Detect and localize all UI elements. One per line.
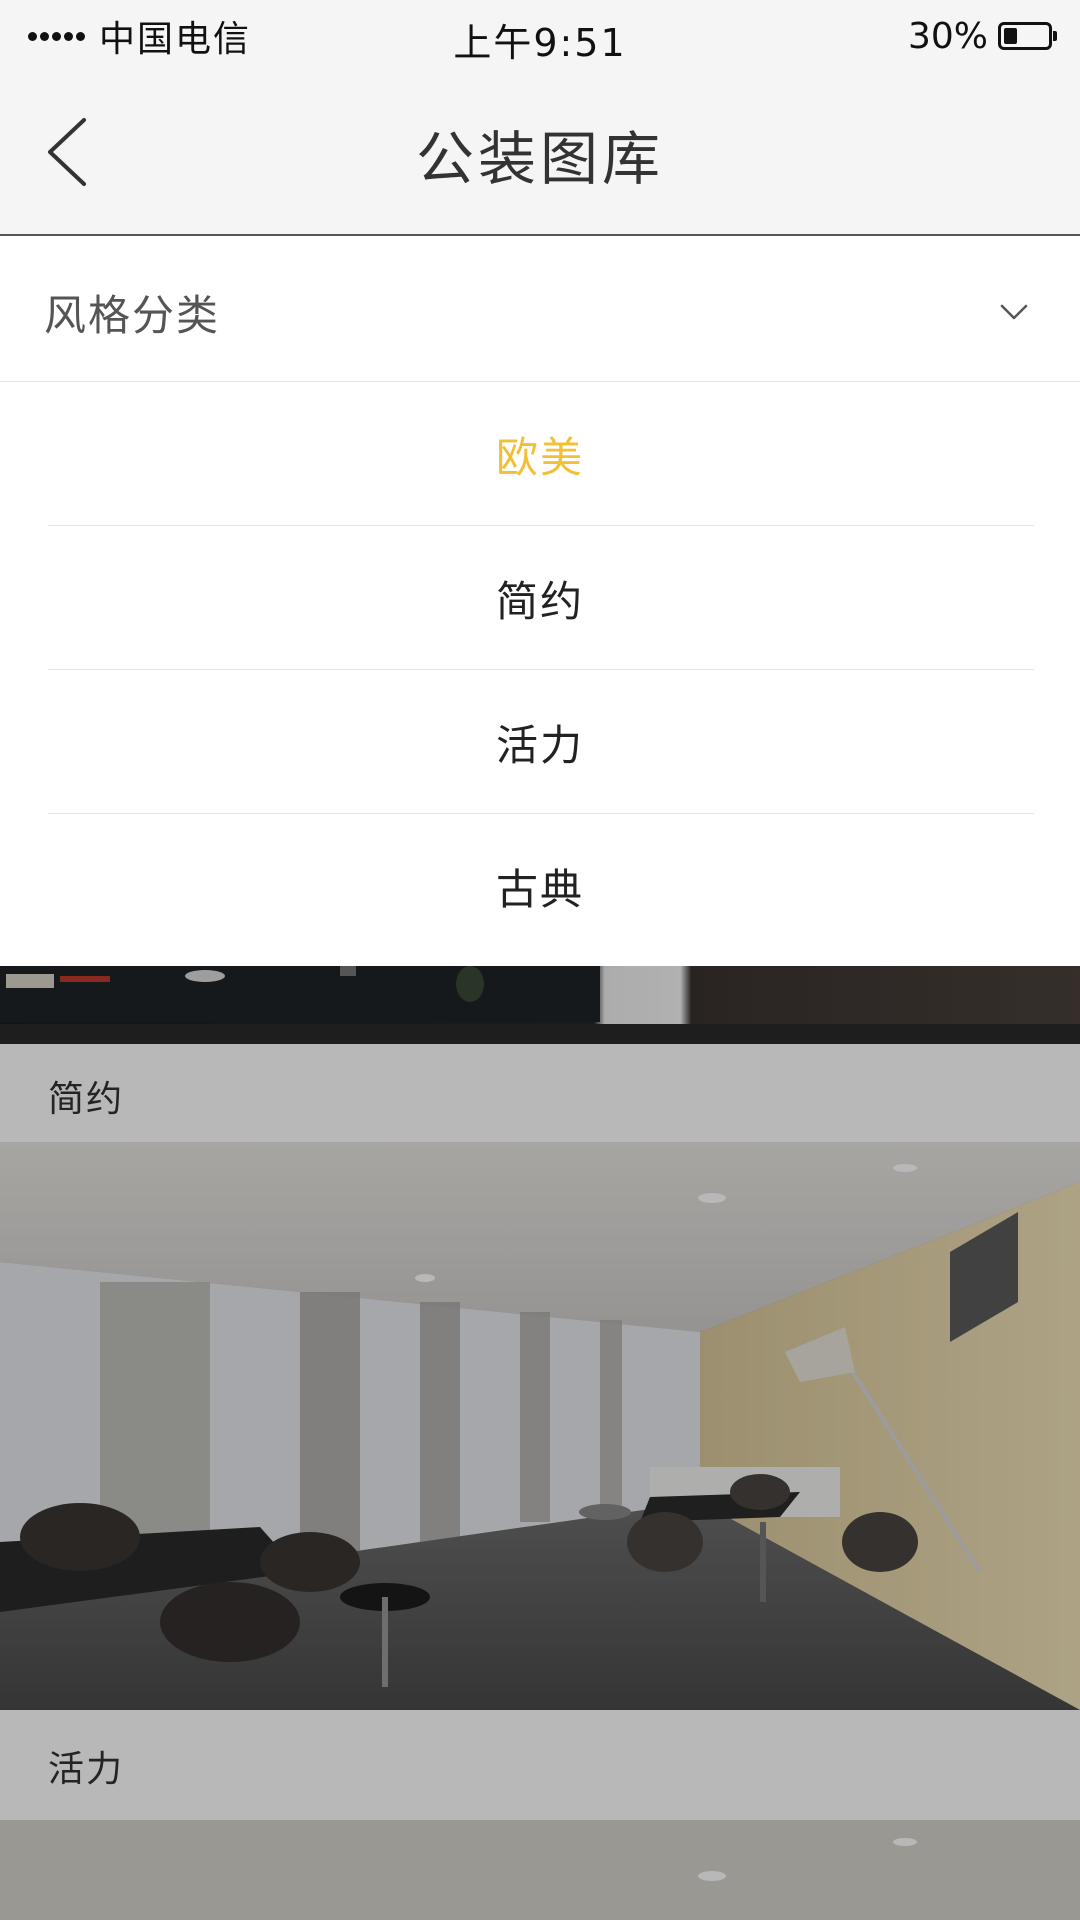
gallery-photo[interactable] [0, 966, 1080, 1044]
section-header-simple: 简约 [0, 1044, 1080, 1142]
filter-label: 风格分类 [44, 291, 221, 340]
battery-level-fill [1004, 28, 1017, 44]
office-photo-image [0, 966, 1080, 1044]
dropdown-option-classic[interactable]: 古典 [0, 814, 1080, 958]
chevron-down-icon [1000, 304, 1028, 320]
status-right: 30% [907, 14, 1057, 58]
section-header-vibrant: 活力 [0, 1710, 1080, 1820]
dropdown-option-simple[interactable]: 简约 [0, 526, 1080, 670]
office-photo-image [0, 1142, 1080, 1710]
gallery-content: 简约 活力 [0, 966, 1080, 1920]
office-photo-image [0, 1820, 1080, 1920]
page-title: 公装图库 [415, 125, 664, 193]
gallery-photo[interactable] [0, 1820, 1080, 1920]
navigation-bar: 公装图库 [0, 72, 1080, 236]
section-title: 活力 [48, 1749, 125, 1790]
dropdown-option-vibrant[interactable]: 活力 [0, 670, 1080, 814]
style-category-filter[interactable]: 风格分类 [0, 236, 1080, 382]
gallery-photo[interactable] [0, 1142, 1080, 1710]
dropdown-option-european[interactable]: 欧美 [0, 382, 1080, 526]
status-bar: 中国电信 上午9:51 30% [0, 0, 1080, 72]
section-title: 简约 [48, 1079, 125, 1120]
battery-icon [998, 22, 1057, 50]
battery-percentage: 30% [907, 15, 988, 57]
style-dropdown-menu: 欧美 简约 活力 古典 [0, 382, 1080, 966]
